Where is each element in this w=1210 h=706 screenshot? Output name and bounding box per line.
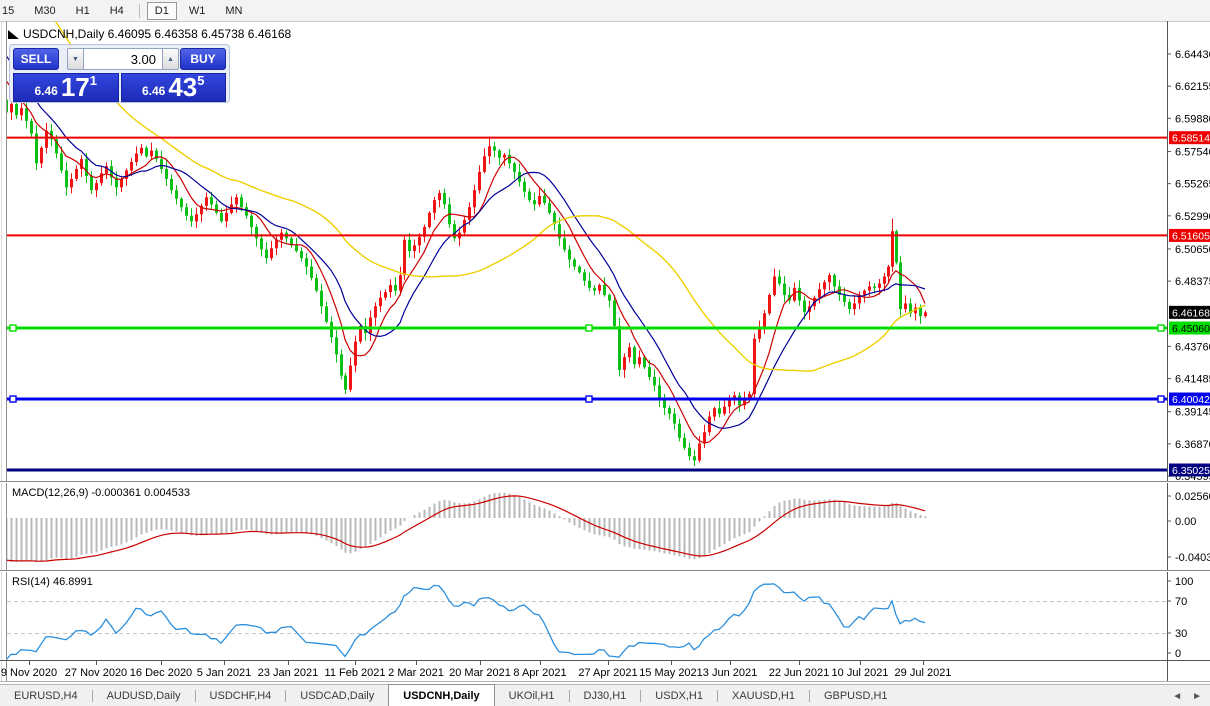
svg-text:5 Jan 2021: 5 Jan 2021 <box>197 667 251 679</box>
hline-handle[interactable] <box>10 325 16 331</box>
svg-text:23 Jan 2021: 23 Jan 2021 <box>258 667 319 679</box>
spin-up-icon: ▲ <box>167 56 174 63</box>
svg-text:6.46168: 6.46168 <box>1172 307 1210 319</box>
svg-text:27 Apr 2021: 27 Apr 2021 <box>578 667 637 679</box>
chart-tab-usdchf[interactable]: USDCHF,H4 <box>196 685 286 706</box>
svg-text:29 Jul 2021: 29 Jul 2021 <box>895 667 952 679</box>
svg-text:6.51605: 6.51605 <box>1172 230 1210 242</box>
volume-input[interactable]: 3.00 <box>84 48 162 70</box>
svg-text:6.57540: 6.57540 <box>1175 146 1210 158</box>
ma-line <box>6 80 925 443</box>
hline-handle[interactable] <box>586 325 592 331</box>
sell-button[interactable]: SELL <box>13 48 59 70</box>
svg-text:9 Nov 2020: 9 Nov 2020 <box>1 667 57 679</box>
hline-handle[interactable] <box>10 396 16 402</box>
svg-text:6.59880: 6.59880 <box>1175 113 1210 125</box>
svg-text:6.40042: 6.40042 <box>1172 394 1210 406</box>
volume-increase-button[interactable]: ▲ <box>162 48 179 70</box>
chart-tab-audusd[interactable]: AUDUSD,Daily <box>93 685 195 706</box>
svg-text:6.48375: 6.48375 <box>1175 276 1210 288</box>
hline-handle[interactable] <box>1158 396 1164 402</box>
svg-text:70: 70 <box>1175 596 1187 608</box>
one-click-trading-panel: SELL ▼ 3.00 ▲ BUY 6.46 17 1 6.46 43 5 <box>9 44 230 103</box>
tab-scroll-left-icon[interactable]: ◄ <box>1172 691 1182 702</box>
svg-text:6.41485: 6.41485 <box>1175 374 1210 386</box>
macd-label: MACD(12,26,9) -0.000361 0.004533 <box>12 487 190 499</box>
chart-canvas[interactable]: 6.64430 6.62155 6.59880 6.57540 6.55265 6.529… <box>0 0 1210 706</box>
ask-price-prefix: 6.46 <box>142 83 165 99</box>
chart-marker-icon <box>8 30 19 39</box>
bid-price-big: 17 <box>61 75 90 99</box>
chart-ohlc-text: USDCNH,Daily 6.46095 6.46358 6.45738 6.4… <box>23 27 291 41</box>
macd-plot <box>6 493 926 563</box>
bid-price-sup: 1 <box>90 75 97 87</box>
svg-text:6.39145: 6.39145 <box>1175 407 1210 419</box>
svg-text:10 Jul 2021: 10 Jul 2021 <box>832 667 889 679</box>
svg-text:0.025609: 0.025609 <box>1175 491 1210 503</box>
price-axis[interactable]: 6.64430 6.62155 6.59880 6.57540 6.55265 6.529… <box>1167 49 1210 660</box>
svg-text:6.50650: 6.50650 <box>1175 244 1210 256</box>
svg-text:0: 0 <box>1175 648 1181 660</box>
chart-tab-dj30[interactable]: DJ30,H1 <box>570 685 641 706</box>
rsi-line <box>6 584 925 660</box>
svg-text:100: 100 <box>1175 576 1193 588</box>
rsi-label: RSI(14) 46.8991 <box>12 576 93 588</box>
hline-handle[interactable] <box>586 396 592 402</box>
svg-text:27 Nov 2020: 27 Nov 2020 <box>65 667 127 679</box>
spin-down-icon: ▼ <box>72 56 79 63</box>
svg-text:3 Jun 2021: 3 Jun 2021 <box>703 667 757 679</box>
ask-price-big: 43 <box>168 75 197 99</box>
svg-text:6.52990: 6.52990 <box>1175 211 1210 223</box>
volume-decrease-button[interactable]: ▼ <box>67 48 84 70</box>
svg-text:16 Dec 2020: 16 Dec 2020 <box>130 667 192 679</box>
ma-line <box>6 55 925 428</box>
chart-tab-bar: EURUSD,H4AUDUSD,DailyUSDCHF,H4USDCAD,Dai… <box>0 684 1210 706</box>
chart-tab-usdx[interactable]: USDX,H1 <box>641 685 717 706</box>
svg-text:8 Apr 2021: 8 Apr 2021 <box>513 667 566 679</box>
chart-tab-usdcad[interactable]: USDCAD,Daily <box>286 685 388 706</box>
svg-text:20 Mar 2021: 20 Mar 2021 <box>449 667 511 679</box>
svg-text:6.43760: 6.43760 <box>1175 341 1210 353</box>
mt4-terminal: 15M30H1H4D1W1MN 6.644306.621556.598806.5… <box>0 0 1210 706</box>
chart-tab-gbpusd[interactable]: GBPUSD,H1 <box>810 685 902 706</box>
svg-text:6.45060: 6.45060 <box>1172 323 1210 335</box>
chart-tab-xauusd[interactable]: XAUUSD,H1 <box>718 685 809 706</box>
bid-price-prefix: 6.46 <box>34 83 57 99</box>
buy-button[interactable]: BUY <box>180 48 226 70</box>
time-axis[interactable]: 9 Nov 2020 27 Nov 202016 Dec 2020 5 Jan 20… <box>1 661 952 679</box>
svg-text:0.00: 0.00 <box>1175 516 1196 528</box>
svg-text:6.36870: 6.36870 <box>1175 439 1210 451</box>
svg-text:-0.040386: -0.040386 <box>1175 552 1210 564</box>
chart-tab-eurusd[interactable]: EURUSD,H4 <box>0 685 92 706</box>
svg-text:22 Jun 2021: 22 Jun 2021 <box>769 667 830 679</box>
chart-tab-usdcnh[interactable]: USDCNH,Daily <box>388 684 494 706</box>
svg-text:6.62155: 6.62155 <box>1175 81 1210 93</box>
hline-handle[interactable] <box>1158 325 1164 331</box>
chart-tab-ukoil[interactable]: UKOil,H1 <box>495 685 569 706</box>
svg-text:11 Feb 2021: 11 Feb 2021 <box>325 667 386 679</box>
svg-text:6.58514: 6.58514 <box>1172 133 1210 145</box>
svg-text:6.35025: 6.35025 <box>1172 465 1210 477</box>
svg-text:6.64430: 6.64430 <box>1175 49 1210 61</box>
svg-text:2 Mar 2021: 2 Mar 2021 <box>388 667 444 679</box>
bid-price-box[interactable]: 6.46 17 1 <box>13 73 119 102</box>
svg-text:15 May 2021: 15 May 2021 <box>639 667 703 679</box>
chart-title: USDCNH,Daily 6.46095 6.46358 6.45738 6.4… <box>8 27 291 41</box>
tab-scroll-right-icon[interactable]: ► <box>1192 691 1202 702</box>
svg-text:30: 30 <box>1175 628 1187 640</box>
ask-price-box[interactable]: 6.46 43 5 <box>121 73 227 102</box>
svg-text:6.55265: 6.55265 <box>1175 179 1210 191</box>
ask-price-sup: 5 <box>197 75 204 87</box>
